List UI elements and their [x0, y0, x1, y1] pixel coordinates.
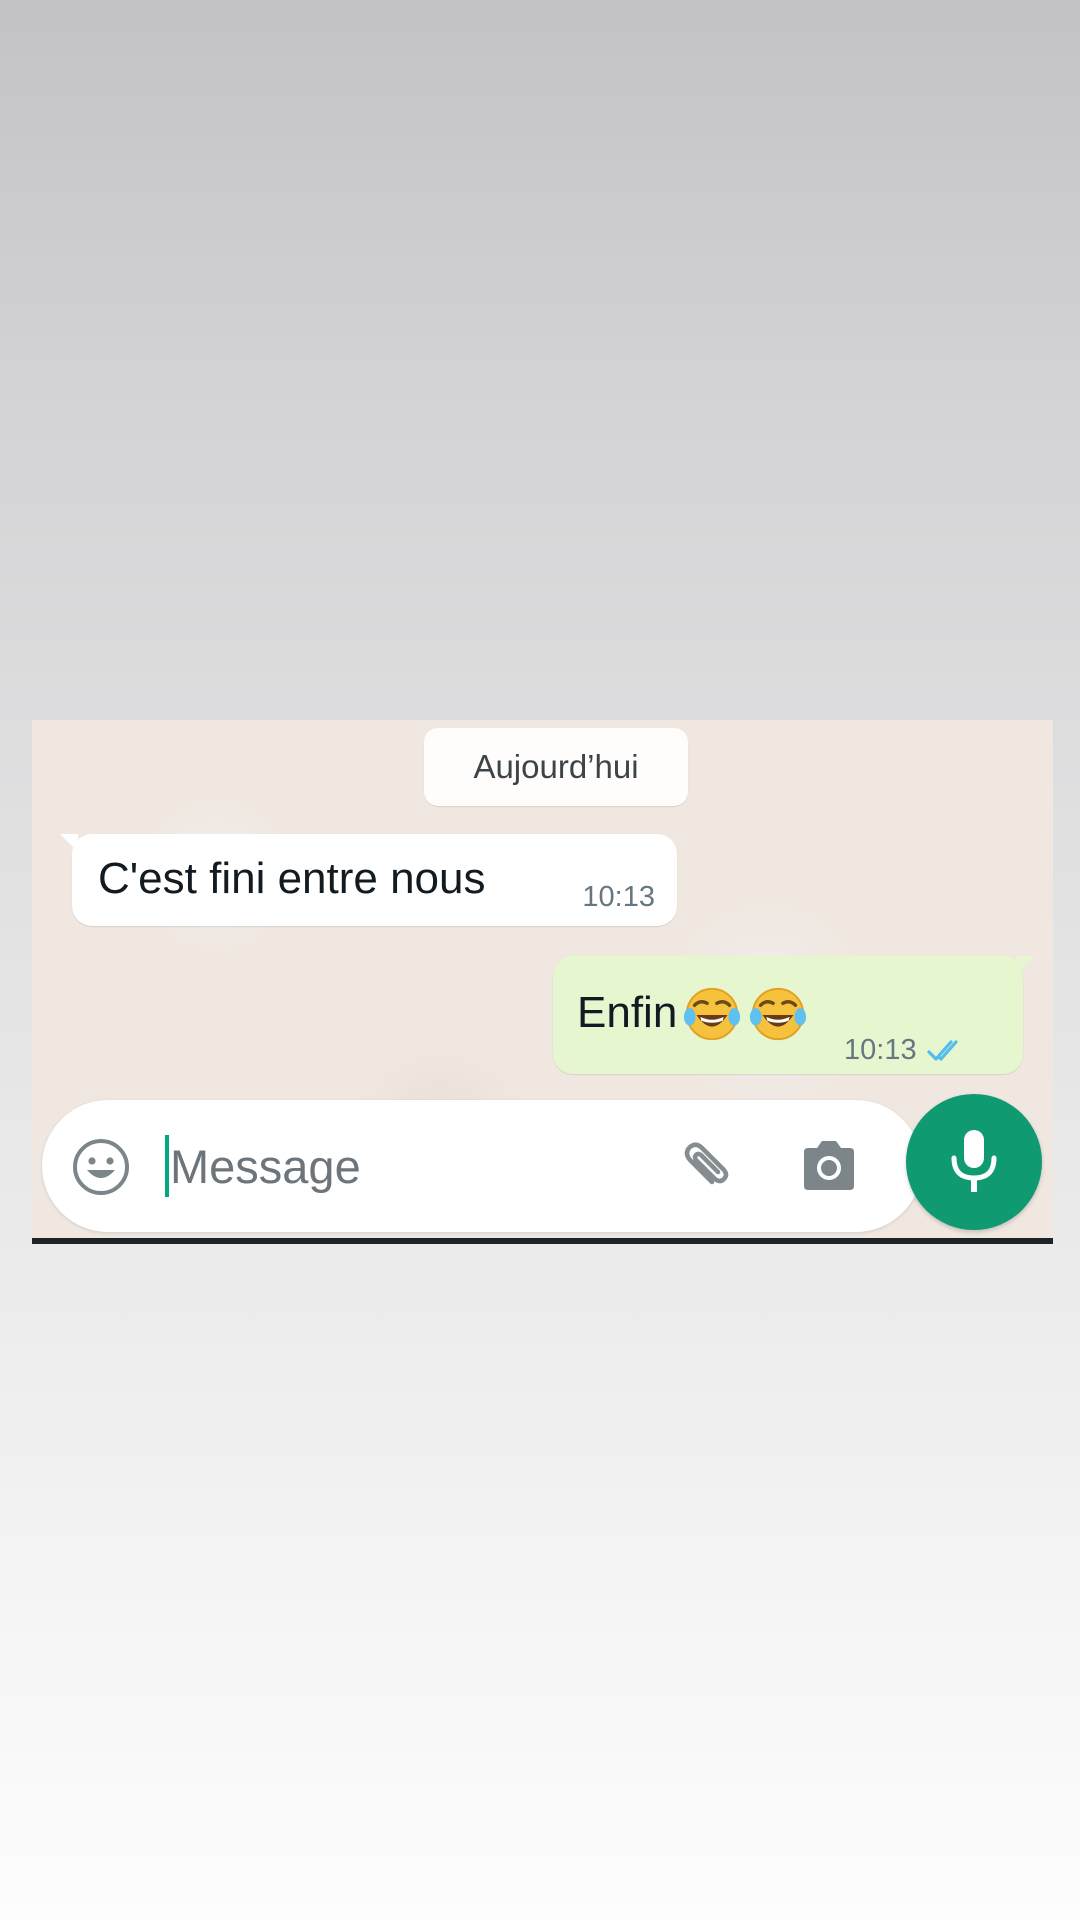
date-divider-label: Aujourd’hui: [473, 748, 639, 785]
date-divider: Aujourd’hui: [424, 728, 688, 806]
microphone-icon: [951, 1130, 997, 1192]
message-time: 10:13: [582, 881, 655, 913]
chat-window: Aujourd’hui C'est fini entre nous 10:13 …: [32, 720, 1053, 1244]
message-input[interactable]: [170, 1134, 670, 1198]
paperclip-icon[interactable]: [672, 1136, 736, 1200]
message-time: 10:13: [844, 1034, 917, 1066]
tears-of-joy-emoji-icon: [681, 982, 743, 1044]
tears-of-joy-emoji-icon: [747, 982, 809, 1044]
message-composer: [42, 1100, 922, 1232]
message-meta: 10:13: [844, 1034, 971, 1067]
incoming-message[interactable]: C'est fini entre nous 10:13: [60, 834, 677, 926]
read-receipt-icon: [926, 1037, 971, 1065]
camera-icon[interactable]: [798, 1138, 860, 1194]
smiley-icon[interactable]: [70, 1136, 132, 1198]
microphone-button[interactable]: [906, 1094, 1042, 1230]
bubble-tail: [60, 834, 78, 852]
message-text-row: Enfin: [577, 982, 809, 1044]
text-cursor: [165, 1135, 169, 1197]
message-text: C'est fini entre nous: [98, 854, 486, 903]
outgoing-message[interactable]: Enfin 10:13: [553, 956, 1035, 1074]
message-text: Enfin: [577, 988, 678, 1037]
bubble-tail: [1017, 956, 1035, 974]
